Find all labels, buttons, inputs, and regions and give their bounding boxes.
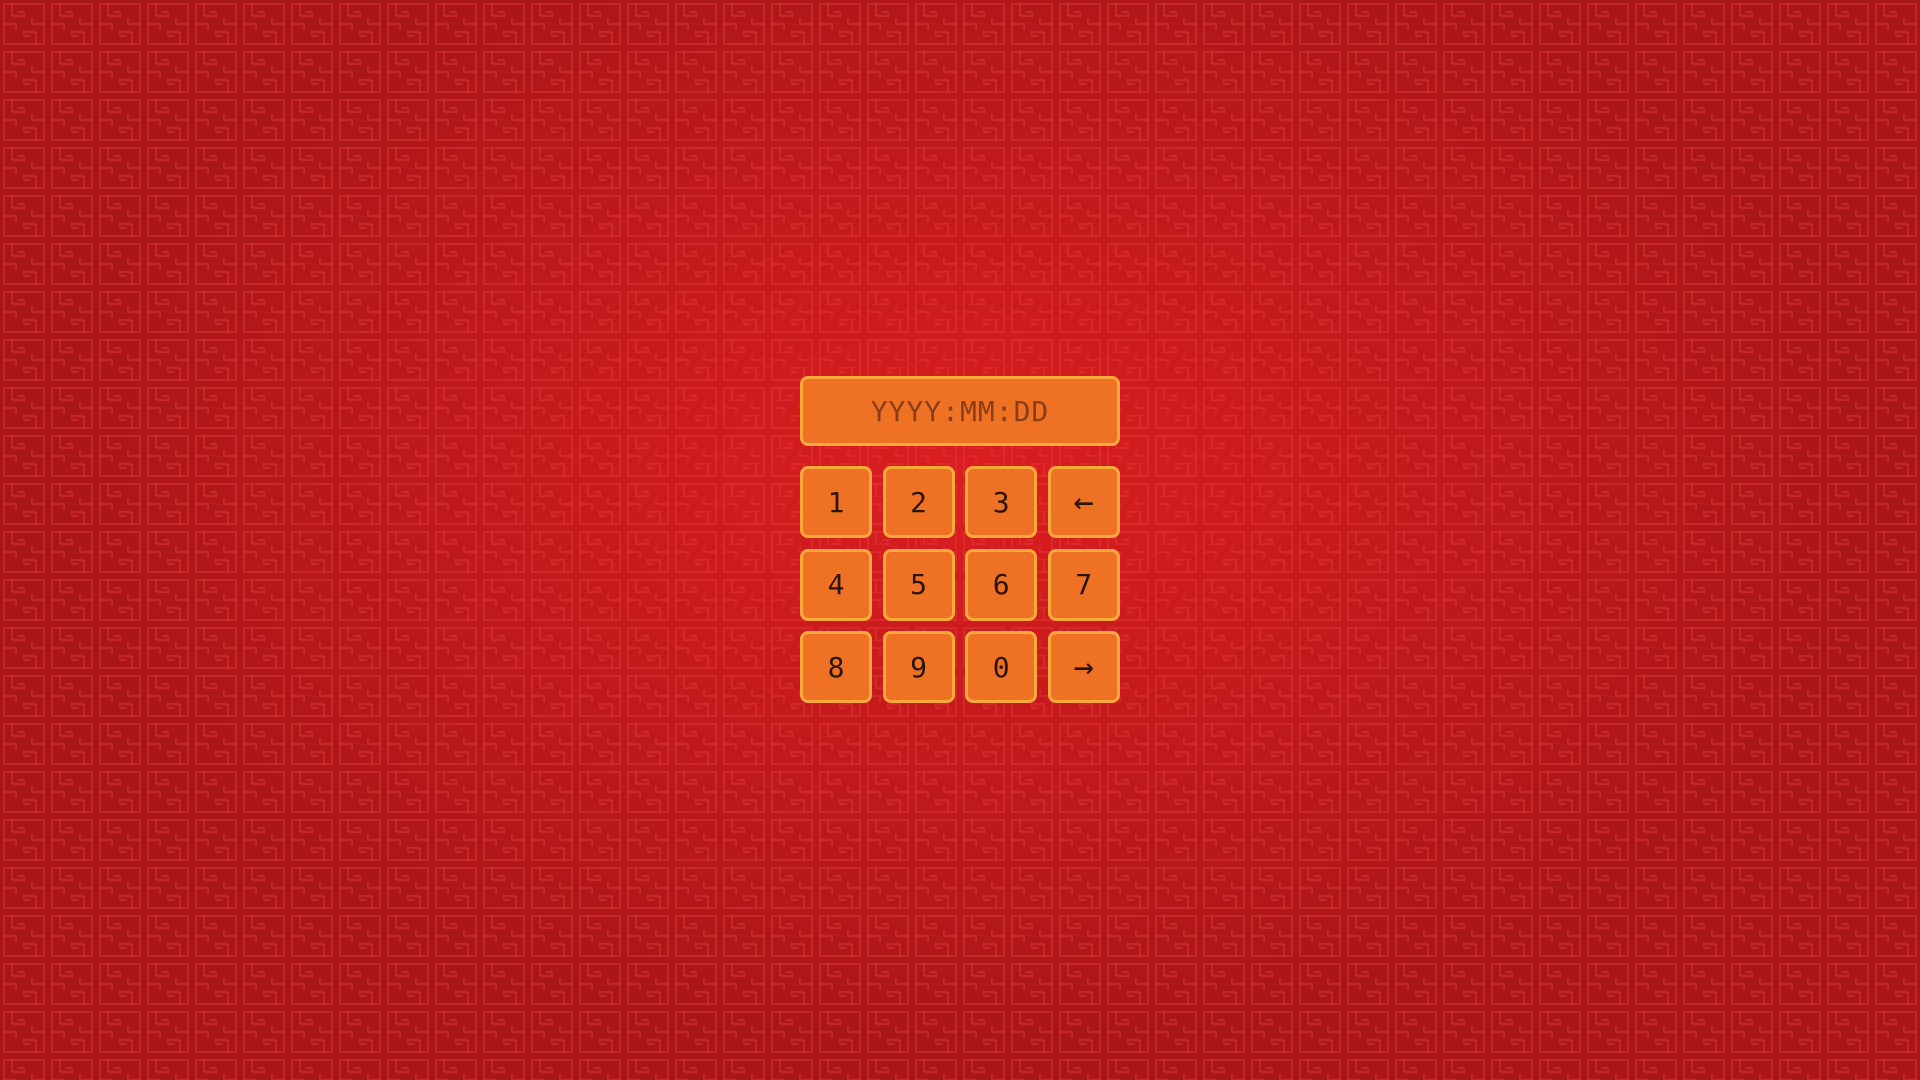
key-6[interactable]: 6 bbox=[965, 548, 1038, 621]
key-7[interactable]: 7 bbox=[1047, 548, 1120, 621]
submit-arrow-icon[interactable]: → bbox=[1047, 631, 1120, 704]
key-8[interactable]: 8 bbox=[800, 631, 872, 704]
key-1[interactable]: 1 bbox=[800, 466, 872, 538]
key-9[interactable]: 9 bbox=[882, 631, 955, 704]
key-4[interactable]: 4 bbox=[800, 548, 872, 621]
key-grid: 1 2 3 ← 4 5 6 7 8 9 0 → bbox=[800, 466, 1120, 704]
key-2[interactable]: 2 bbox=[882, 466, 955, 538]
date-display-field[interactable]: YYYY:MM:DD bbox=[800, 376, 1120, 446]
date-keypad-panel: YYYY:MM:DD 1 2 3 ← 4 5 6 7 8 9 0 → bbox=[800, 376, 1120, 704]
backspace-arrow-icon[interactable]: ← bbox=[1047, 466, 1120, 538]
key-0[interactable]: 0 bbox=[965, 631, 1038, 704]
key-5[interactable]: 5 bbox=[882, 548, 955, 621]
key-3[interactable]: 3 bbox=[965, 466, 1038, 538]
